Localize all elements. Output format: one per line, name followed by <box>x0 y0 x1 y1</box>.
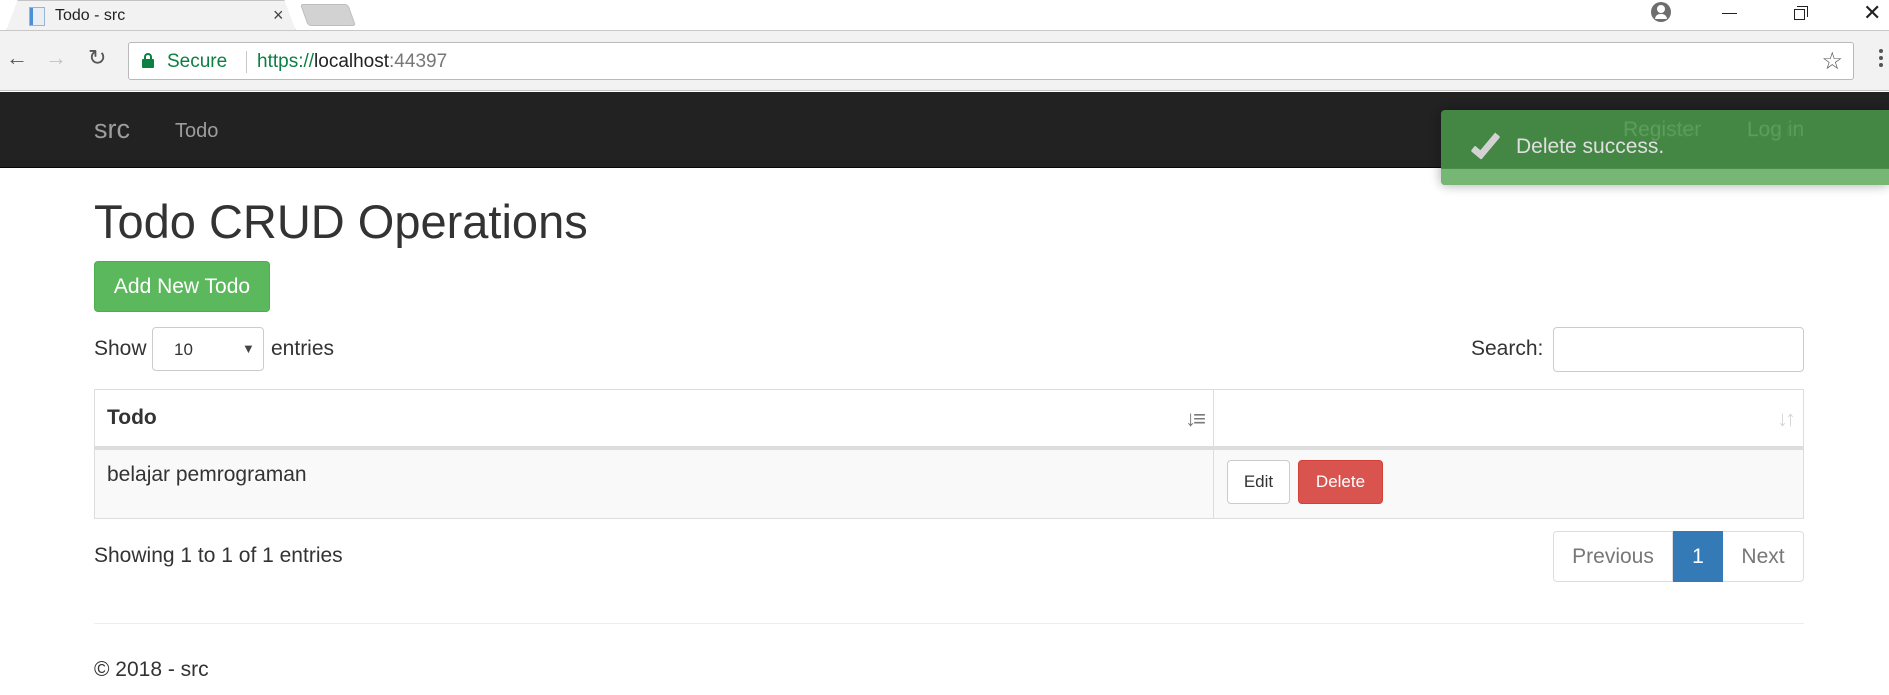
footer-copyright: © 2018 - src <box>94 658 209 681</box>
restore-icon-front <box>1794 9 1805 20</box>
address-bar[interactable]: Secure https://localhost:44397 ☆ <box>128 42 1854 80</box>
footer-divider <box>94 623 1804 624</box>
browser-titlebar: Todo - src × ✕ <box>0 0 1889 31</box>
tab-close-icon[interactable]: × <box>273 5 284 26</box>
browser-tab[interactable]: Todo - src × <box>6 0 296 31</box>
column-header-actions[interactable]: ↓↑ <box>1213 389 1804 450</box>
new-tab-button[interactable] <box>299 4 357 26</box>
url-scheme: https:// <box>257 51 315 72</box>
checkmark-icon <box>1470 127 1501 160</box>
todo-text: belajar pemrograman <box>107 462 307 486</box>
edit-button[interactable]: Edit <box>1227 459 1290 504</box>
page-favicon-icon <box>29 7 45 26</box>
minimize-button[interactable] <box>1722 0 1737 14</box>
back-arrow-icon[interactable]: ← <box>6 45 28 71</box>
actions-cell: Edit Delete <box>1213 447 1804 519</box>
todo-cell: belajar pemrograman <box>94 447 1214 519</box>
pagination-page-1[interactable]: 1 <box>1673 531 1723 582</box>
search-label: Search: <box>1471 337 1544 360</box>
pagination-previous[interactable]: Previous <box>1553 531 1673 582</box>
secure-label: Secure <box>167 51 228 72</box>
toast-overlapped-login: Log in <box>1747 118 1805 141</box>
todo-table: Todo ↓≡ ↓↑ belajar pemrograman Edit Dele… <box>94 389 1804 519</box>
entries-per-page-value: 10 <box>174 340 193 359</box>
address-divider <box>246 51 247 73</box>
url-host: localhost <box>314 51 390 72</box>
profile-icon[interactable] <box>1651 2 1671 22</box>
page-title: Todo CRUD Operations <box>94 195 588 248</box>
forward-arrow-icon[interactable]: → <box>45 45 67 71</box>
chevron-down-icon: ▼ <box>242 341 255 356</box>
table-header-row: Todo ↓≡ ↓↑ <box>94 389 1804 450</box>
pagination: Previous 1 Next <box>1553 531 1804 582</box>
toast-message: Delete success. <box>1516 135 1665 158</box>
navbar-brand[interactable]: src <box>94 114 130 145</box>
lock-icon <box>142 53 154 68</box>
table-info: Showing 1 to 1 of 1 entries <box>94 544 343 567</box>
toast-progress-bar <box>1441 169 1889 185</box>
entries-per-page-select[interactable]: 10 ▼ <box>152 327 264 371</box>
nav-link-todo[interactable]: Todo <box>175 120 218 143</box>
url-text[interactable]: https://localhost:44397 <box>257 51 447 73</box>
close-window-icon[interactable]: ✕ <box>1863 0 1881 26</box>
restore-button[interactable] <box>1794 6 1808 20</box>
show-label: Show <box>94 337 147 360</box>
search-input[interactable] <box>1553 327 1804 372</box>
sort-ascending-icon: ↓≡ <box>1185 406 1206 431</box>
browser-toolbar: ← → ↻ Secure https://localhost:44397 ☆ <box>0 30 1889 91</box>
minimize-icon <box>1722 13 1737 14</box>
entries-label: entries <box>271 337 335 360</box>
browser-menu-icon[interactable] <box>1879 49 1883 70</box>
sort-both-icon: ↓↑ <box>1777 406 1796 431</box>
bookmark-star-icon[interactable]: ☆ <box>1821 47 1843 76</box>
table-row: belajar pemrograman Edit Delete <box>94 447 1804 519</box>
toast-notification[interactable]: Register Log in Delete success. <box>1441 110 1889 185</box>
column-header-todo[interactable]: Todo ↓≡ <box>94 389 1214 450</box>
url-port: :44397 <box>389 51 448 72</box>
tab-title: Todo - src <box>55 7 126 24</box>
column-header-label: Todo <box>107 405 157 429</box>
reload-icon[interactable]: ↻ <box>88 45 106 71</box>
add-new-todo-button[interactable]: Add New Todo <box>94 261 270 312</box>
pagination-next[interactable]: Next <box>1723 531 1804 582</box>
delete-button[interactable]: Delete <box>1298 459 1383 504</box>
